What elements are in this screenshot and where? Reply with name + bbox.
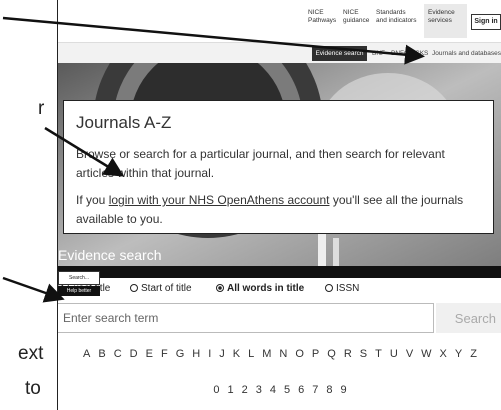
help-us-improve-button[interactable]: Help better	[58, 286, 100, 296]
letter-link[interactable]: Z	[470, 348, 477, 360]
radio-circle-icon	[130, 284, 138, 292]
journals-az-panel: Journals A-Z Browse or search for a part…	[63, 100, 494, 234]
evidence-search-heading: Evidence search	[58, 247, 162, 263]
letter-link[interactable]: E	[146, 348, 153, 360]
letter-link[interactable]: O	[295, 348, 304, 360]
letter-link[interactable]: H	[192, 348, 200, 360]
letter-link[interactable]: T	[375, 348, 382, 360]
secondary-navigation: Evidence search BNF BNFC CKS Journals an…	[58, 43, 501, 63]
letter-link[interactable]: X	[440, 348, 447, 360]
letter-link[interactable]: A	[83, 348, 90, 360]
hero-banner: Journals A-Z Browse or search for a part…	[58, 63, 501, 278]
digit-index: 0123456789	[58, 384, 501, 396]
search-button[interactable]: Search	[436, 303, 501, 333]
letter-link[interactable]: Q	[327, 348, 336, 360]
search-type-options: Exact title Start of title All words in …	[58, 281, 501, 297]
left-text-fragment-3: to	[25, 378, 41, 399]
journals-az-title: Journals A-Z	[76, 113, 172, 132]
openathens-login-link[interactable]: login with your NHS OpenAthens account	[109, 193, 330, 207]
letter-link[interactable]: L	[248, 348, 254, 360]
tab-bnf[interactable]: BNF	[372, 46, 385, 61]
digit-link[interactable]: 4	[270, 384, 276, 396]
hero-bottom-strip	[58, 266, 501, 278]
radio-start-of-title[interactable]: Start of title	[130, 281, 192, 297]
radio-circle-icon	[325, 284, 333, 292]
radio-label: All words in title	[227, 283, 305, 294]
letter-link[interactable]: M	[262, 348, 271, 360]
nav-standards-indicators[interactable]: Standards and indicators	[376, 9, 416, 25]
tab-journals-databases[interactable]: Journals and databases	[432, 46, 501, 61]
letter-link[interactable]: V	[406, 348, 413, 360]
digit-link[interactable]: 2	[242, 384, 248, 396]
tiny-search-input[interactable]: Search...	[58, 271, 100, 285]
letter-link[interactable]: B	[98, 348, 105, 360]
arrow-to-search-input	[2, 276, 65, 303]
tab-bnfc[interactable]: BNFC	[391, 46, 409, 61]
letter-link[interactable]: W	[421, 348, 431, 360]
digit-link[interactable]: 7	[312, 384, 318, 396]
letter-link[interactable]: P	[312, 348, 319, 360]
digit-link[interactable]: 5	[284, 384, 290, 396]
digit-link[interactable]: 6	[298, 384, 304, 396]
letter-link[interactable]: N	[279, 348, 287, 360]
nav-nice-pathways[interactable]: NICE Pathways	[308, 9, 336, 25]
tab-cks[interactable]: CKS	[415, 46, 428, 61]
search-input[interactable]	[58, 303, 434, 333]
top-navigation: NICE Pathways NICE guidance Standards and i…	[58, 0, 501, 43]
radio-label: Start of title	[141, 283, 192, 294]
digit-link[interactable]: 8	[326, 384, 332, 396]
left-text-fragment-1: r	[38, 98, 45, 119]
openathens-prefix: If you	[76, 193, 109, 207]
digit-link[interactable]: 9	[341, 384, 347, 396]
radio-issn[interactable]: ISSN	[325, 281, 359, 297]
nav-nice-guidance[interactable]: NICE guidance	[343, 9, 369, 25]
letter-link[interactable]: F	[161, 348, 168, 360]
screenshot-frame: NICE Pathways NICE guidance Standards and i…	[57, 0, 501, 410]
openathens-paragraph: If you login with your NHS OpenAthens ac…	[76, 191, 481, 229]
letter-link[interactable]: D	[130, 348, 138, 360]
nav-evidence-services[interactable]: Evidence services	[428, 9, 455, 25]
letter-link[interactable]: I	[208, 348, 211, 360]
letter-link[interactable]: U	[390, 348, 398, 360]
letter-link[interactable]: Y	[455, 348, 462, 360]
letter-link[interactable]: R	[344, 348, 352, 360]
digit-link[interactable]: 1	[228, 384, 234, 396]
journals-az-description: Browse or search for a particular journa…	[76, 147, 445, 180]
tab-evidence-search[interactable]: Evidence search	[312, 46, 367, 61]
radio-checked-icon	[216, 284, 224, 292]
radio-all-words-in-title[interactable]: All words in title	[216, 281, 304, 297]
letter-link[interactable]: J	[219, 348, 225, 360]
radio-label: ISSN	[336, 283, 360, 294]
letter-link[interactable]: K	[233, 348, 240, 360]
left-text-fragment-2: ext	[18, 343, 44, 364]
digit-link[interactable]: 0	[213, 384, 219, 396]
letter-link[interactable]: G	[176, 348, 185, 360]
letter-link[interactable]: S	[360, 348, 367, 360]
search-row: Search	[58, 303, 501, 333]
alphabet-index: ABCDEFGHIJKLMNOPQRSTUVWXYZ	[58, 348, 501, 360]
digit-link[interactable]: 3	[256, 384, 262, 396]
letter-link[interactable]: C	[114, 348, 122, 360]
sign-in-button[interactable]: Sign in	[471, 14, 501, 30]
